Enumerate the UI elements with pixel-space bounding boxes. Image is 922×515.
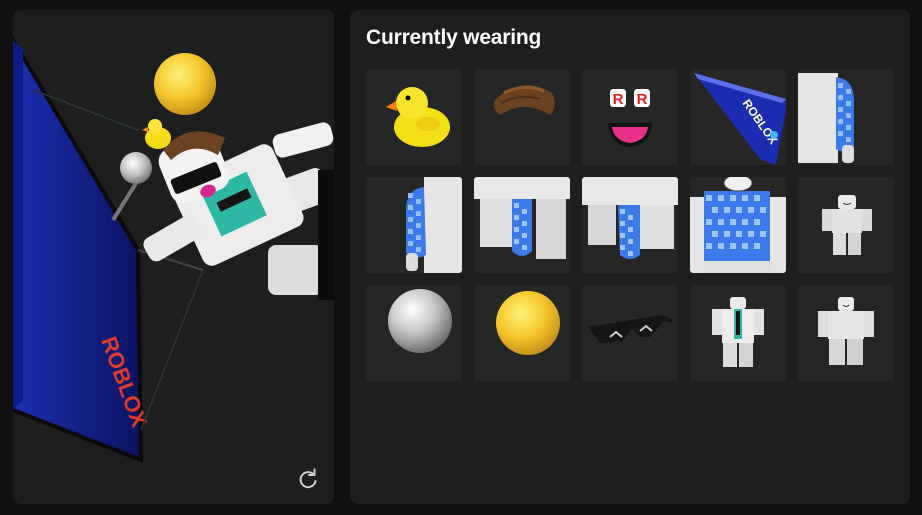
- svg-text:R: R: [637, 91, 648, 108]
- item-tile[interactable]: checkered-torso: [690, 177, 786, 273]
- item-tile[interactable]: brown-hair: [474, 69, 570, 165]
- item-tile[interactable]: ROBLOX roblox-glider-back: [690, 69, 786, 165]
- rotate-view-button[interactable]: [295, 466, 321, 492]
- pants-icon: [818, 297, 874, 365]
- glider-icon: ROBLOX: [694, 73, 786, 165]
- panel-title: Currently wearing: [366, 26, 542, 49]
- item-tile[interactable]: white-pants: [798, 285, 894, 381]
- item-tile[interactable]: R R roblox-face: [582, 69, 678, 165]
- arm-icon: [406, 177, 462, 273]
- avatar-viewer[interactable]: ROBLOX: [13, 10, 334, 504]
- orb-icon: [388, 289, 452, 353]
- shirt-icon: [712, 297, 764, 367]
- item-tile[interactable]: checkered-right-arm: [798, 69, 894, 165]
- item-tile[interactable]: rubber-duck-hat: [366, 69, 462, 165]
- item-tile[interactable]: white-avatar-pose: [798, 177, 894, 273]
- hair-icon: [493, 85, 555, 115]
- item-tile[interactable]: gold-orb: [474, 285, 570, 381]
- torso-icon: [690, 177, 786, 273]
- currently-wearing-panel: Currently wearing rubber-duck-hat: [350, 10, 910, 504]
- avatar-scene: ROBLOX: [13, 36, 334, 463]
- leg-icon: [474, 177, 570, 259]
- item-tile[interactable]: black-shades: [582, 285, 678, 381]
- arm-icon: [798, 73, 854, 163]
- item-tile[interactable]: checkered-left-arm: [366, 177, 462, 273]
- leg-icon: [582, 177, 678, 259]
- item-tile[interactable]: lab-coat-shirt: [690, 285, 786, 381]
- face-icon: R R: [608, 89, 652, 147]
- orb-icon: [496, 291, 560, 355]
- item-tile[interactable]: silver-orb: [366, 285, 462, 381]
- avatar-editor: ROBLOX Currently wearing R R ROBLOX: [0, 0, 922, 515]
- wearing-grid: rubber-duck-hat brown-hair R R: [366, 69, 894, 381]
- item-tile[interactable]: checkered-left-leg: [474, 177, 570, 273]
- rotate-icon: [299, 468, 317, 489]
- svg-text:R: R: [613, 91, 624, 108]
- duck-icon: [386, 87, 450, 147]
- avatar-icon: [822, 195, 872, 255]
- item-tile[interactable]: checkered-right-leg: [582, 177, 678, 273]
- glasses-icon: [588, 315, 672, 343]
